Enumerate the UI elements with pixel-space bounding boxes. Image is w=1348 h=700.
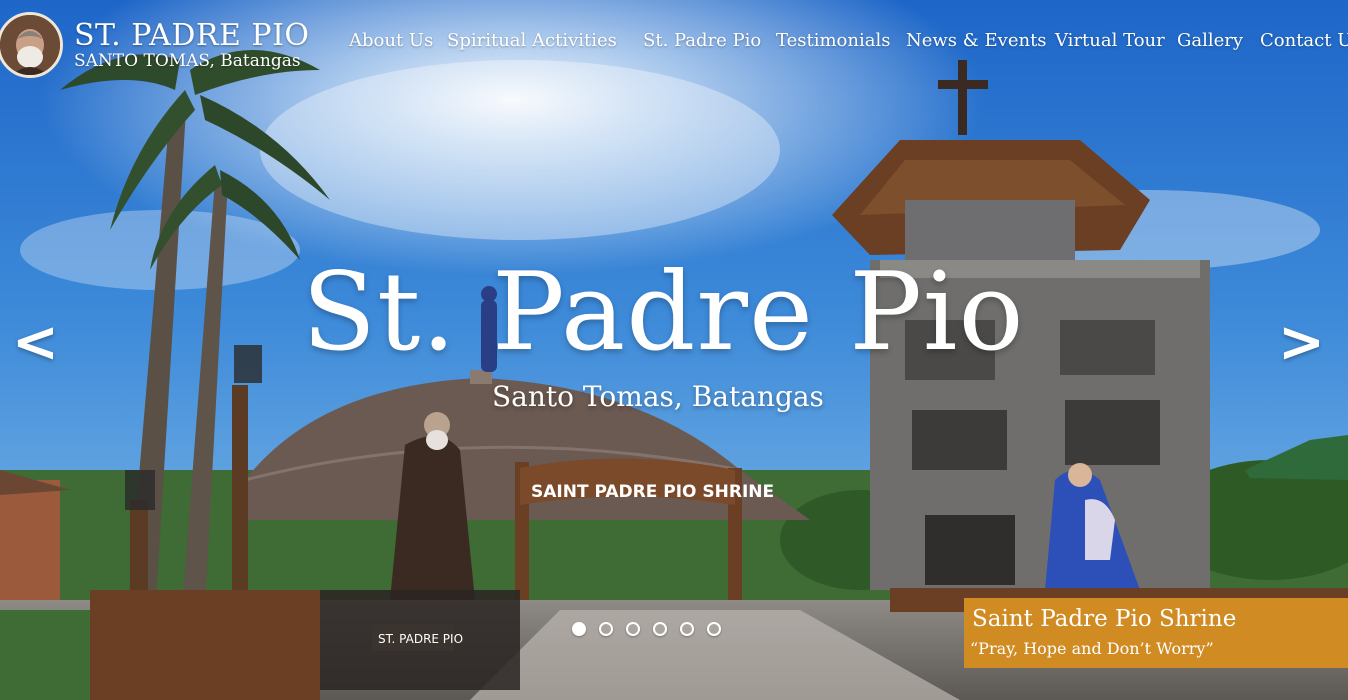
main-nav: About Us Spiritual Activities St. Padre … (349, 30, 1348, 60)
slider-dot-2[interactable] (599, 622, 613, 636)
statue-plaque-text: ST. PADRE PIO (378, 632, 463, 646)
nav-item-st-padre-pio[interactable]: St. Padre Pio (643, 30, 761, 51)
shrine-sign-text: SAINT PADRE PIO SHRINE (531, 482, 774, 502)
nav-item-virtual-tour[interactable]: Virtual Tour (1055, 30, 1165, 51)
hero-subtitle: Santo Tomas, Batangas (492, 380, 824, 413)
caption-quote: “Pray, Hope and Don’t Worry” (970, 639, 1214, 658)
slide-caption: Saint Padre Pio Shrine “Pray, Hope and D… (964, 598, 1348, 668)
slider-dot-4[interactable] (653, 622, 667, 636)
slider-prev-button[interactable]: < (12, 310, 59, 375)
caption-title: Saint Padre Pio Shrine (972, 606, 1237, 632)
nav-item-spiritual-activities[interactable]: Spiritual Activities (447, 30, 617, 51)
slider-dot-3[interactable] (626, 622, 640, 636)
slider-dot-6[interactable] (707, 622, 721, 636)
saint-portrait-icon (0, 12, 63, 78)
site-logo[interactable]: ST. PADRE PIO SANTO TOMAS, Batangas (0, 12, 310, 78)
brand-title: ST. PADRE PIO (74, 17, 310, 53)
slider-dot-1[interactable] (572, 622, 586, 636)
nav-item-contact-us[interactable]: Contact Us (1260, 30, 1348, 51)
nav-item-gallery[interactable]: Gallery (1177, 30, 1243, 51)
slider-dot-5[interactable] (680, 622, 694, 636)
site-header: ST. PADRE PIO SANTO TOMAS, Batangas Abou… (0, 0, 1348, 90)
brand-subtitle: SANTO TOMAS, Batangas (74, 50, 301, 71)
nav-item-testimonials[interactable]: Testimonials (776, 30, 890, 51)
nav-item-about-us[interactable]: About Us (349, 30, 433, 51)
slider-pagination (572, 622, 721, 636)
nav-item-news-events[interactable]: News & Events (906, 30, 1047, 51)
slider-next-button[interactable]: > (1278, 310, 1325, 375)
hero-title: St. Padre Pio (302, 250, 1025, 375)
